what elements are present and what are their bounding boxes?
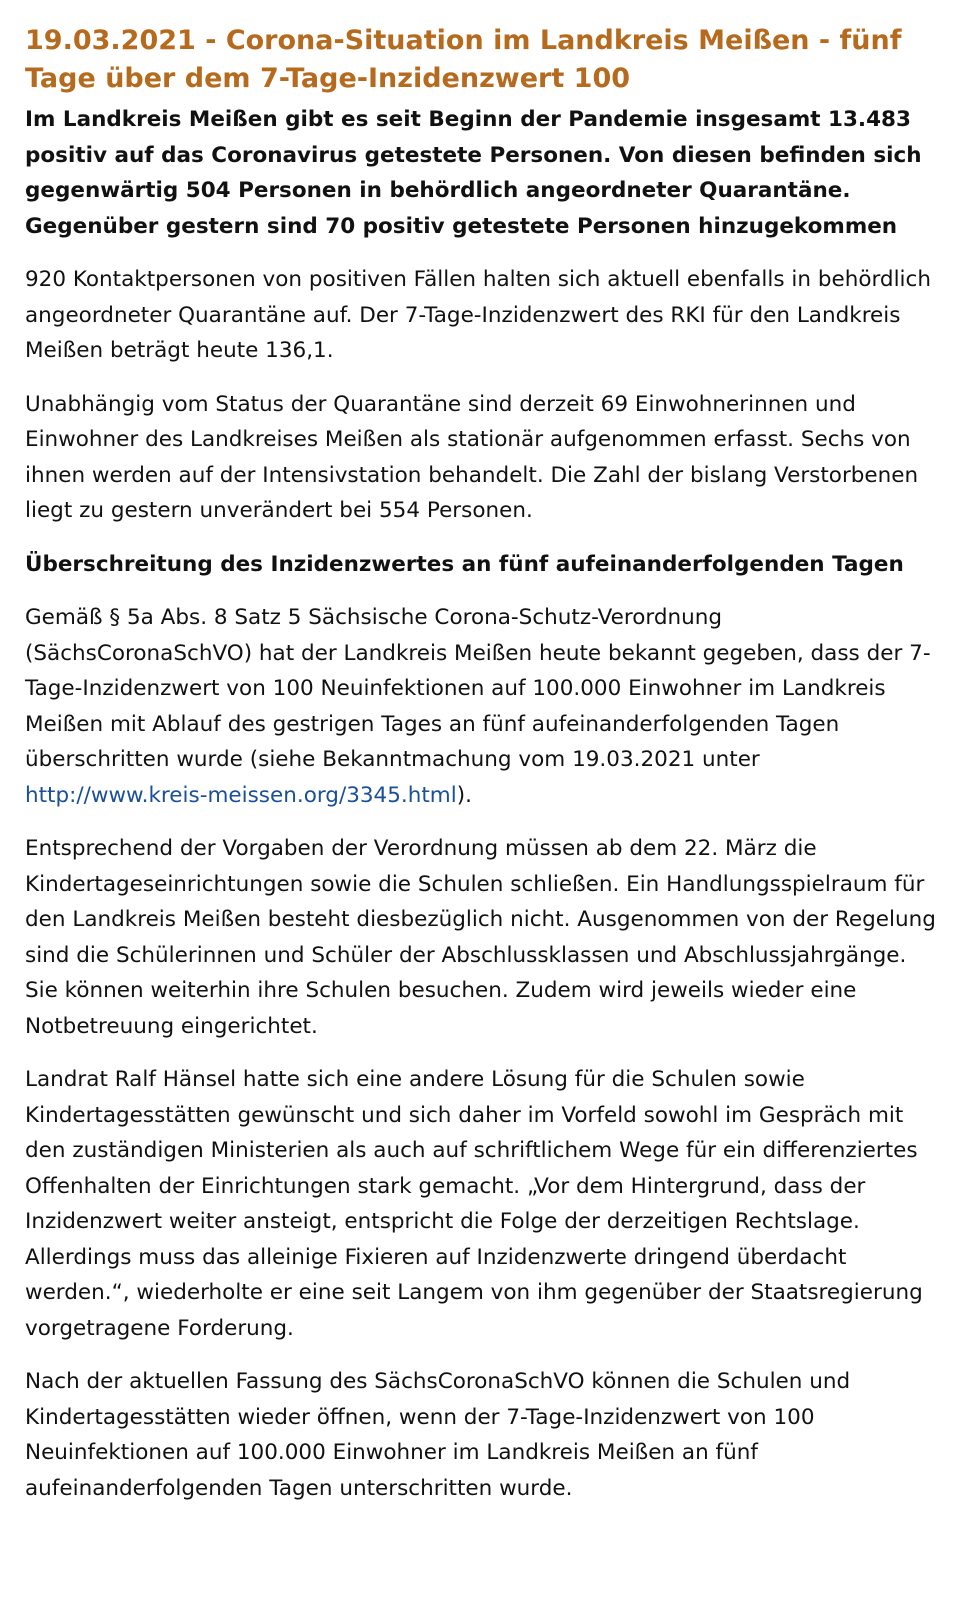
article-headline: 19.03.2021 - Corona-Situation im Landkre… <box>25 25 902 94</box>
paragraph-reopening-condition: Nach der aktuellen Fassung des SächsCoro… <box>25 1369 851 1501</box>
paragraph-regulation-text: Gemäß § 5a Abs. 8 Satz 5 Sächsische Coro… <box>25 605 931 772</box>
paragraph-hospital-deaths: Unabhängig vom Status der Quarantäne sin… <box>25 391 919 524</box>
bekanntmachung-link[interactable]: http://www.kreis-meissen.org/3345.html <box>25 783 457 808</box>
paragraph-regulation: Gemäß § 5a Abs. 8 Satz 5 Sächsische Coro… <box>25 600 942 813</box>
article-lead: Im Landkreis Meißen gibt es seit Beginn … <box>25 107 922 239</box>
article: 19.03.2021 - Corona-Situation im Landkre… <box>0 0 954 1506</box>
section-subheading: Überschreitung des Inzidenzwertes an fün… <box>25 551 904 577</box>
paragraph-regulation-closing: ). <box>456 782 472 808</box>
paragraph-school-closures: Entsprechend der Vorgaben der Verordnung… <box>25 836 936 1039</box>
paragraph-landrat-statement: Landrat Ralf Hänsel hatte sich eine ande… <box>25 1067 923 1341</box>
paragraph-contacts-incidence: 920 Kontaktpersonen von positiven Fällen… <box>25 267 931 363</box>
